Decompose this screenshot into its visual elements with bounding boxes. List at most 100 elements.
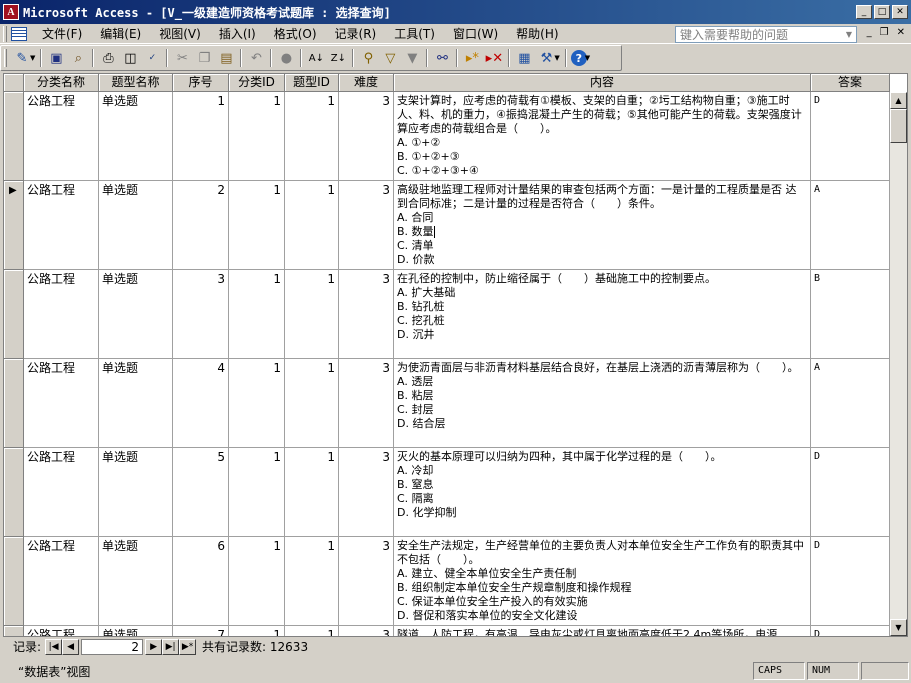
cell-type[interactable]: 单选题: [99, 537, 173, 626]
cell-type[interactable]: 单选题: [99, 448, 173, 537]
datasheet-icon[interactable]: [11, 26, 27, 41]
access-app-icon[interactable]: A: [3, 4, 19, 20]
scroll-down-icon[interactable]: ▼: [890, 619, 907, 636]
cell-type-id[interactable]: 1: [285, 448, 339, 537]
cell-seq[interactable]: 3: [173, 270, 229, 359]
cell-type-id[interactable]: 1: [285, 270, 339, 359]
cell-category[interactable]: 公路工程: [24, 448, 99, 537]
menu-edit[interactable]: 编辑(E): [91, 25, 150, 42]
cell-cat-id[interactable]: 1: [229, 359, 285, 448]
cut-icon[interactable]: ✂: [172, 48, 192, 68]
cell-content[interactable]: 支架计算时，应考虑的荷载有①模板、支架的自重；②圬工结构物自重；③施工时人、料、…: [394, 92, 811, 181]
column-header-type[interactable]: 题型名称: [99, 74, 173, 92]
cell-answer[interactable]: D: [811, 626, 890, 636]
sort-asc-icon[interactable]: A↓: [306, 48, 326, 68]
apply-filter-icon[interactable]: ▼: [402, 48, 422, 68]
record-selector[interactable]: [4, 270, 24, 359]
cell-difficulty[interactable]: 3: [339, 92, 394, 181]
cell-content[interactable]: 安全生产法规定，生产经营单位的主要负责人对本单位安全生产工作负有的职责其中不包括…: [394, 537, 811, 626]
view-icon[interactable]: ✎: [12, 48, 32, 68]
menu-insert[interactable]: 插入(I): [210, 25, 265, 42]
close-icon[interactable]: ✕: [892, 5, 908, 19]
undo-icon[interactable]: ↶: [246, 48, 266, 68]
cell-difficulty[interactable]: 3: [339, 181, 394, 270]
first-record-icon[interactable]: |◀: [45, 638, 63, 655]
cell-type[interactable]: 单选题: [99, 270, 173, 359]
cell-type[interactable]: 单选题: [99, 181, 173, 270]
new-object-dropdown-icon[interactable]: ▼: [554, 54, 559, 62]
cell-seq[interactable]: 5: [173, 448, 229, 537]
save-icon[interactable]: ▣: [46, 48, 66, 68]
cell-cat-id[interactable]: 1: [229, 270, 285, 359]
record-selector[interactable]: [4, 92, 24, 181]
cell-content[interactable]: 为使沥青面层与非沥青材料基层结合良好，在基层上浇洒的沥青薄层称为（ ）。 A. 透…: [394, 359, 811, 448]
cell-type-id[interactable]: 1: [285, 626, 339, 636]
cell-category[interactable]: 公路工程: [24, 626, 99, 636]
cell-answer[interactable]: D: [811, 537, 890, 626]
minimize-icon[interactable]: _: [856, 5, 872, 19]
cell-content[interactable]: 隧道、人防工程，有高温、导电灰尘或灯具离地面高度低于2.4m等场所，电源: [394, 626, 811, 636]
scroll-up-icon[interactable]: ▲: [890, 92, 907, 109]
database-window-icon[interactable]: ▦: [514, 48, 534, 68]
cell-category[interactable]: 公路工程: [24, 270, 99, 359]
maximize-icon[interactable]: □: [874, 5, 890, 19]
column-header-content[interactable]: 内容: [394, 74, 811, 92]
cell-seq[interactable]: 7: [173, 626, 229, 636]
cell-category[interactable]: 公路工程: [24, 537, 99, 626]
menu-tools[interactable]: 工具(T): [385, 25, 444, 42]
cell-difficulty[interactable]: 3: [339, 537, 394, 626]
menu-grip[interactable]: [3, 25, 7, 42]
cell-type-id[interactable]: 1: [285, 359, 339, 448]
vertical-scrollbar[interactable]: ▲ ▼: [890, 92, 907, 636]
cell-seq[interactable]: 2: [173, 181, 229, 270]
record-selector[interactable]: [4, 626, 24, 636]
scroll-thumb[interactable]: [890, 109, 907, 143]
cell-seq[interactable]: 1: [173, 92, 229, 181]
cell-seq[interactable]: 6: [173, 537, 229, 626]
new-record-icon[interactable]: ▸*: [462, 48, 482, 68]
select-all-corner[interactable]: [4, 74, 24, 92]
record-selector[interactable]: [4, 359, 24, 448]
filter-by-selection-icon[interactable]: ⚲: [358, 48, 378, 68]
cell-difficulty[interactable]: 3: [339, 448, 394, 537]
cell-type-id[interactable]: 1: [285, 92, 339, 181]
cell-category[interactable]: 公路工程: [24, 92, 99, 181]
cell-category[interactable]: 公路工程: [24, 359, 99, 448]
record-selector[interactable]: ▶: [4, 181, 24, 270]
cell-cat-id[interactable]: 1: [229, 626, 285, 636]
new-record-nav-icon[interactable]: ▶*: [179, 638, 197, 655]
toolbar-grip[interactable]: [4, 49, 7, 67]
cell-content[interactable]: 灭火的基本原理可以归纳为四种，其中属于化学过程的是（ ）。 A. 冷却 B. 窒息 C…: [394, 448, 811, 537]
menu-file[interactable]: 文件(F): [33, 25, 91, 42]
column-header-seq[interactable]: 序号: [173, 74, 229, 92]
column-header-answer[interactable]: 答案: [811, 74, 890, 92]
find-icon[interactable]: ⚯: [432, 48, 452, 68]
filter-by-form-icon[interactable]: ▽: [380, 48, 400, 68]
mdi-close-icon[interactable]: ✕: [897, 27, 905, 38]
column-header-difficulty[interactable]: 难度: [339, 74, 394, 92]
print-icon[interactable]: ⎙: [98, 48, 118, 68]
cell-answer[interactable]: B: [811, 270, 890, 359]
cell-type-id[interactable]: 1: [285, 181, 339, 270]
menu-window[interactable]: 窗口(W): [444, 25, 507, 42]
mdi-minimize-icon[interactable]: _: [867, 27, 872, 38]
previous-record-icon[interactable]: ◀: [62, 638, 80, 655]
print-preview-icon[interactable]: ◫: [120, 48, 140, 68]
last-record-icon[interactable]: ▶|: [162, 638, 180, 655]
cell-difficulty[interactable]: 3: [339, 270, 394, 359]
paste-icon[interactable]: ▤: [216, 48, 236, 68]
cell-category[interactable]: 公路工程: [24, 181, 99, 270]
record-selector[interactable]: [4, 448, 24, 537]
cell-answer[interactable]: A: [811, 181, 890, 270]
cell-difficulty[interactable]: 3: [339, 359, 394, 448]
cell-answer[interactable]: D: [811, 92, 890, 181]
delete-record-icon[interactable]: ▸✕: [484, 48, 504, 68]
menu-format[interactable]: 格式(O): [265, 25, 326, 42]
current-record-input[interactable]: 2: [81, 638, 144, 655]
cell-cat-id[interactable]: 1: [229, 181, 285, 270]
cell-content[interactable]: 在孔径的控制中，防止缩径属于（ ）基础施工中的控制要点。 A. 扩大基础 B. 钻孔…: [394, 270, 811, 359]
hyperlink-icon[interactable]: ●: [276, 48, 296, 68]
cell-cat-id[interactable]: 1: [229, 537, 285, 626]
cell-answer[interactable]: D: [811, 448, 890, 537]
cell-seq[interactable]: 4: [173, 359, 229, 448]
